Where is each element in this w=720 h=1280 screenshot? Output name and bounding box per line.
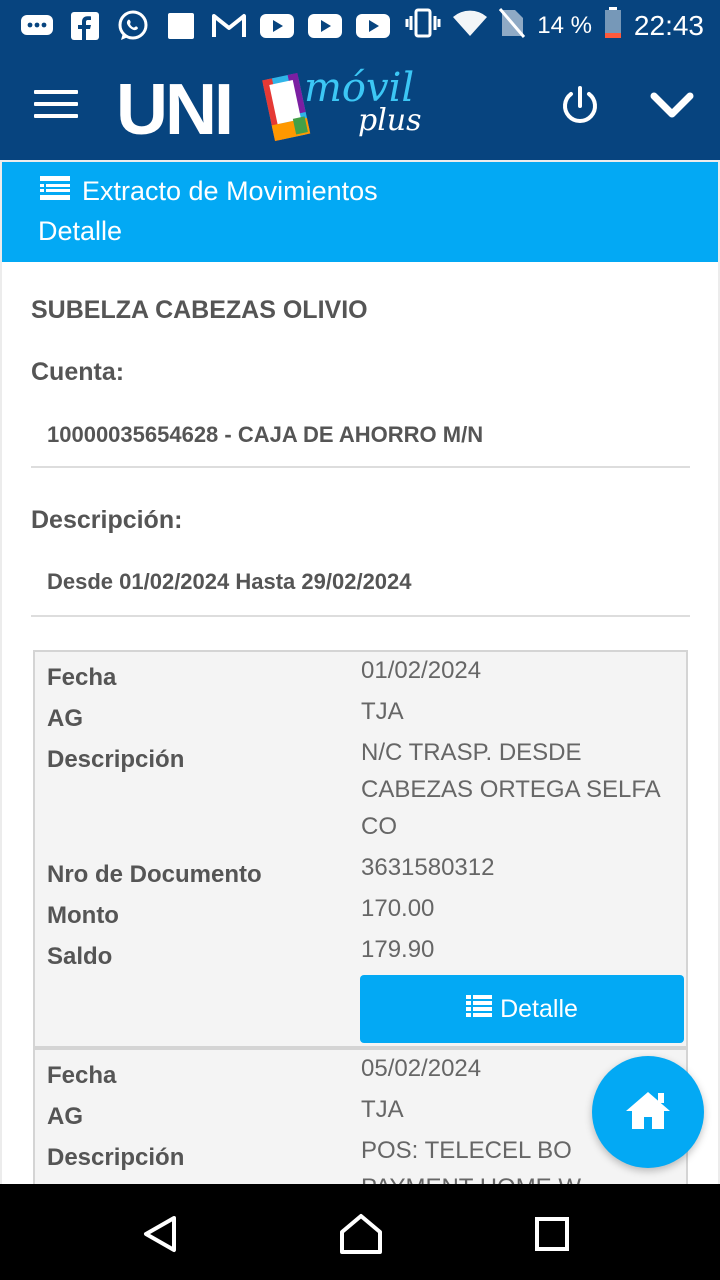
cuenta-label: Cuenta: [31, 358, 125, 386]
saldo-label: Saldo [47, 943, 113, 970]
system-status: 14 % 22:43 [405, 6, 704, 46]
ag-label: AG [47, 1103, 83, 1130]
page-title-bar: Extracto de Movimientos Detalle [2, 162, 718, 262]
descripcion-row-label: Descripción [47, 1144, 185, 1171]
logo-text-plus: plus [358, 103, 422, 138]
power-logout-icon[interactable] [558, 84, 602, 128]
content-panel: SUBELZA CABEZAS OLIVIO Cuenta: 100000356… [2, 262, 718, 1184]
account-holder-name: SUBELZA CABEZAS OLIVIO [31, 296, 368, 324]
battery-text: 14 % [537, 12, 592, 39]
logo-text-movil: móvil [304, 65, 415, 111]
nro-documento-value: 3631580312 [361, 854, 495, 881]
divider [31, 615, 690, 617]
messages-icon [20, 11, 54, 41]
youtube-icon [260, 11, 294, 41]
fecha-label: Fecha [47, 1062, 117, 1089]
monto-label: Monto [47, 902, 119, 929]
list-icon [466, 994, 493, 1024]
home-nav-icon[interactable] [338, 1212, 384, 1256]
nro-documento-label: Nro de Documento [47, 861, 262, 888]
detalle-button-label: Detalle [500, 994, 578, 1023]
descripcion-row-value: POS: TELECEL BO PAYMENT HOME W [361, 1137, 581, 1184]
home-icon [624, 1089, 672, 1136]
chevron-down-icon[interactable] [648, 86, 696, 126]
youtube-icon [356, 11, 390, 41]
descripcion-row-value: N/C TRASP. DESDE CABEZAS ORTEGA SELFA CO [361, 739, 660, 840]
recent-apps-icon[interactable] [534, 1216, 570, 1252]
facebook-icon [68, 11, 102, 41]
uni-movil-plus-logo: UNI móvil plus [116, 62, 422, 152]
saldo-value: 179.90 [361, 936, 435, 963]
battery-icon [604, 6, 622, 46]
page-title: Extracto de Movimientos [82, 176, 378, 206]
system-navigation-bar [0, 1184, 720, 1280]
fecha-label: Fecha [47, 664, 117, 691]
youtube-icon [308, 11, 342, 41]
movement-card: Fecha 01/02/2024 AG TJA Descripción N/C … [33, 650, 688, 1048]
statement-list-icon [40, 176, 70, 207]
detalle-button[interactable]: Detalle [360, 975, 684, 1043]
home-fab-button[interactable] [592, 1056, 704, 1168]
vibrate-icon [405, 8, 441, 45]
notification-icons [20, 10, 390, 41]
fecha-value: 01/02/2024 [361, 657, 482, 684]
ag-value: TJA [361, 698, 404, 725]
cuenta-value: 10000035654628 - CAJA DE AHORRO M/N [47, 422, 484, 447]
back-icon[interactable] [140, 1214, 180, 1254]
app-header: UNI móvil plus [0, 52, 720, 160]
clock: 22:43 [633, 10, 704, 41]
movement-card: Fecha 05/02/2024 AG TJA Descripción POS:… [33, 1048, 688, 1184]
descripcion-label: Descripción: [31, 506, 183, 534]
page-subtitle: Detalle [38, 216, 123, 246]
descripcion-value: Desde 01/02/2024 Hasta 29/02/2024 [47, 569, 412, 594]
ag-label: AG [47, 705, 83, 732]
status-bar: 14 % 22:43 [0, 0, 720, 52]
divider [31, 466, 690, 468]
no-sim-icon [499, 7, 526, 45]
hamburger-menu-icon[interactable] [34, 90, 78, 122]
logo-text-uni: UNI [116, 70, 234, 150]
notification-icon [164, 11, 198, 41]
whatsapp-icon [116, 10, 150, 41]
descripcion-row-label: Descripción [47, 746, 185, 773]
gmail-icon [212, 11, 246, 41]
monto-value: 170.00 [361, 895, 435, 922]
wifi-icon [453, 9, 488, 44]
